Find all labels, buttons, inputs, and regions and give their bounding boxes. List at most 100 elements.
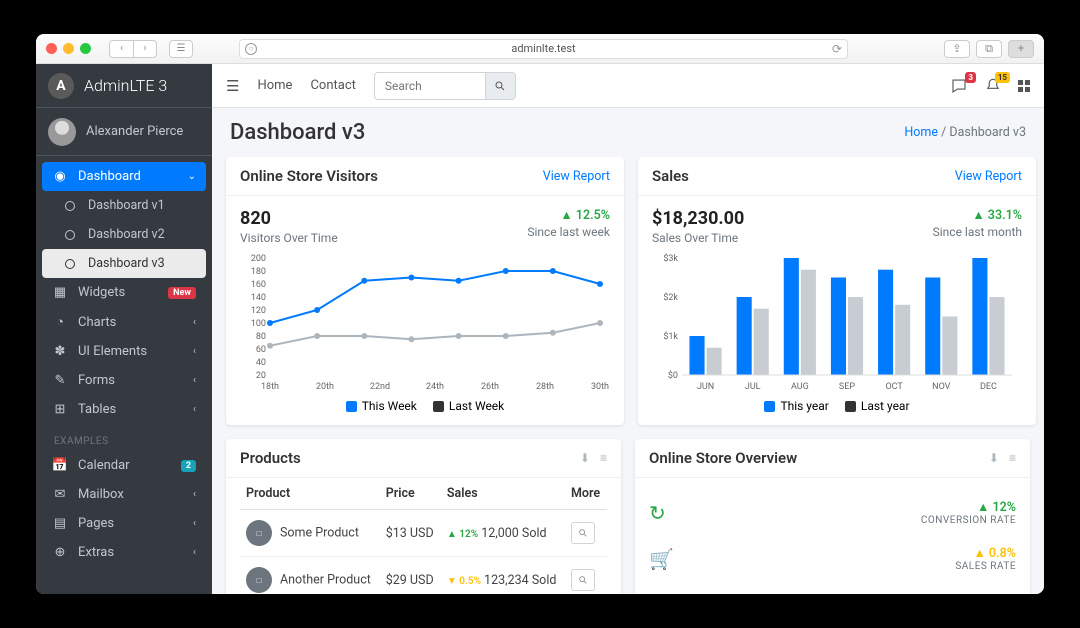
user-panel[interactable]: Alexander Pierce: [36, 108, 212, 156]
svg-text:SEP: SEP: [839, 382, 855, 392]
messages-button[interactable]: 3: [950, 77, 968, 95]
browser-sidebar-button[interactable]: ☰: [169, 40, 193, 58]
nav-icon: ✉: [52, 487, 68, 502]
nav-icon: 📅: [52, 458, 68, 473]
sidebar-item-extras[interactable]: ⊕Extras‹: [42, 538, 206, 567]
sales-card: Sales View Report $18,230.00 Sales Over …: [638, 157, 1036, 425]
refresh-icon[interactable]: ⟳: [832, 42, 842, 56]
svg-text:28th: 28th: [536, 382, 554, 392]
chevron-left-icon: ‹: [193, 518, 196, 529]
notifications-button[interactable]: 15: [984, 77, 1002, 95]
notifications-badge: 15: [995, 72, 1010, 83]
browser-chrome: ‹ › ☰ ○ adminlte.test ⟳ ⇪ ⧉ +: [36, 34, 1044, 64]
tabs-button[interactable]: ⧉: [976, 40, 1002, 58]
sales-value: $18,230.00: [652, 208, 744, 229]
legend-last-week: Last Week: [433, 399, 504, 413]
overview-row: 🛒▲ 0.8%SALES RATE: [649, 536, 1016, 582]
share-button[interactable]: ⇪: [944, 40, 970, 58]
search-button[interactable]: [485, 73, 515, 99]
svg-text:AUG: AUG: [791, 382, 809, 392]
svg-text:180: 180: [251, 267, 266, 277]
sidebar-item-dashboard[interactable]: ◉ Dashboard ⌄: [42, 162, 206, 191]
svg-text:JUL: JUL: [745, 382, 761, 392]
menu-icon[interactable]: ≡: [600, 451, 607, 465]
svg-text:40: 40: [256, 358, 266, 368]
card-title: Products: [240, 449, 301, 467]
tachometer-icon: ◉: [52, 169, 68, 184]
table-row: □Some Product$13 USD▲ 12% 12,000 Sold: [240, 510, 607, 557]
sidebar-item-dashboard-v3[interactable]: Dashboard v3: [42, 249, 206, 278]
download-icon[interactable]: ⬇: [989, 451, 999, 465]
url-bar[interactable]: ○ adminlte.test ⟳: [239, 39, 848, 59]
new-tab-button[interactable]: +: [1008, 40, 1034, 58]
sidebar-item-pages[interactable]: ▤Pages‹: [42, 509, 206, 538]
brand-logo-icon: A: [48, 73, 74, 99]
svg-text:18th: 18th: [261, 382, 279, 392]
product-image-icon: □: [246, 520, 272, 546]
download-icon[interactable]: ⬇: [580, 451, 590, 465]
svg-text:$2k: $2k: [663, 292, 678, 303]
search-icon: [494, 80, 506, 92]
brand[interactable]: A AdminLTE 3: [36, 64, 212, 108]
sales-delta: ▲ 33.1%: [933, 208, 1022, 223]
svg-text:100: 100: [251, 319, 266, 329]
search-button[interactable]: [571, 522, 595, 544]
sidebar-item-dashboard-v1[interactable]: Dashboard v1: [42, 191, 206, 220]
avatar: [48, 118, 76, 146]
sidebar-item-calendar[interactable]: 📅Calendar2: [42, 451, 206, 480]
nav-icon: ⊕: [52, 545, 68, 560]
overview-icon: 🛒: [649, 547, 674, 571]
window-zoom-icon[interactable]: [80, 43, 91, 54]
card-title: Sales: [652, 167, 689, 185]
chevron-left-icon: ‹: [193, 317, 196, 328]
topnav-contact[interactable]: Contact: [310, 78, 355, 93]
breadcrumb-home[interactable]: Home: [904, 125, 938, 140]
view-report-link[interactable]: View Report: [543, 169, 610, 184]
nav-icon: ▤: [52, 516, 68, 531]
chevron-left-icon: ‹: [193, 489, 196, 500]
url-text: adminlte.test: [511, 42, 575, 55]
sidebar-item-charts[interactable]: ◔Charts‹: [42, 307, 206, 337]
search-button[interactable]: [571, 569, 595, 591]
sidebar-item-tables[interactable]: ⊞Tables‹: [42, 395, 206, 424]
brand-text: AdminLTE 3: [84, 76, 167, 95]
sidebar-item-forms[interactable]: ✎Forms‹: [42, 366, 206, 395]
table-header: Product: [240, 478, 380, 510]
menu-icon[interactable]: ≡: [1009, 451, 1016, 465]
apps-button[interactable]: [1018, 80, 1030, 92]
visitors-card: Online Store Visitors View Report 820 Vi…: [226, 157, 624, 425]
table-header: Sales: [441, 478, 565, 510]
products-table: ProductPriceSalesMore □Some Product$13 U…: [240, 478, 607, 594]
nav-icon: ✽: [52, 344, 68, 359]
nav-icon: ▦: [52, 285, 68, 300]
svg-text:$0: $0: [668, 370, 678, 381]
legend-this-year: This year: [764, 399, 828, 413]
browser-window: ‹ › ☰ ○ adminlte.test ⟳ ⇪ ⧉ + A AdminLTE…: [36, 34, 1044, 594]
topnav-home[interactable]: Home: [257, 78, 292, 93]
sidebar-item-widgets[interactable]: ▦WidgetsNew: [42, 278, 206, 307]
search-box: [374, 72, 516, 100]
window-close-icon[interactable]: [46, 43, 57, 54]
reader-icon: ○: [245, 43, 257, 55]
svg-text:22nd: 22nd: [370, 382, 390, 392]
view-report-link[interactable]: View Report: [955, 169, 1022, 184]
svg-text:120: 120: [251, 306, 266, 316]
menu-toggle-button[interactable]: ☰: [226, 77, 239, 95]
chevron-left-icon: ‹: [193, 404, 196, 415]
browser-forward-button[interactable]: ›: [133, 40, 157, 58]
window-minimize-icon[interactable]: [63, 43, 74, 54]
search-input[interactable]: [375, 79, 485, 93]
svg-text:OCT: OCT: [885, 382, 903, 392]
card-title: Online Store Visitors: [240, 167, 378, 185]
browser-back-button[interactable]: ‹: [109, 40, 133, 58]
overview-card: Online Store Overview ⬇ ≡ ↻▲ 12%CONVERSI…: [635, 439, 1030, 594]
sidebar-item-mailbox[interactable]: ✉Mailbox‹: [42, 480, 206, 509]
svg-text:$3k: $3k: [663, 253, 678, 264]
overview-row: ↻▲ 12%CONVERSION RATE: [649, 490, 1016, 536]
grid-icon: [1018, 80, 1030, 92]
sales-since: Since last month: [933, 225, 1022, 239]
sidebar-item-dashboard-v2[interactable]: Dashboard v2: [42, 220, 206, 249]
svg-text:30th: 30th: [591, 382, 609, 392]
products-card: Products ⬇ ≡ ProductPriceSalesMore □Some…: [226, 439, 621, 594]
sidebar-item-ui-elements[interactable]: ✽UI Elements‹: [42, 337, 206, 366]
